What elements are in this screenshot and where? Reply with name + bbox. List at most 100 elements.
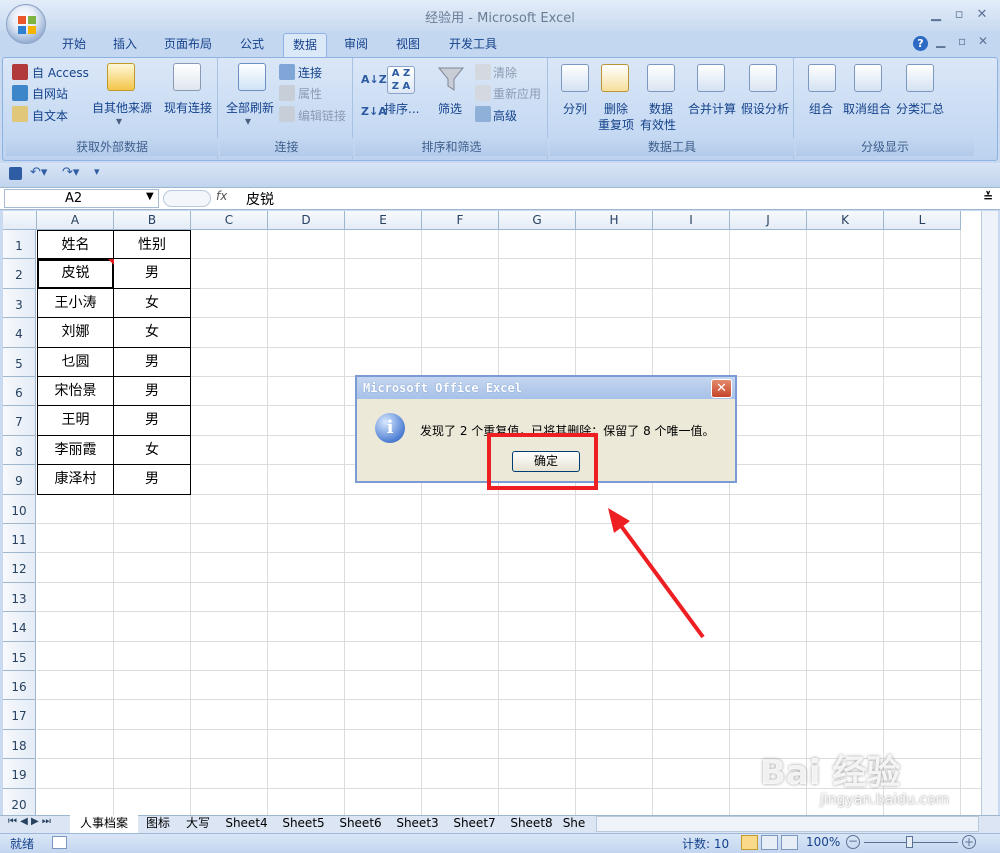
macro-record-icon[interactable] (52, 836, 67, 849)
table-cell[interactable]: 男 (114, 465, 191, 495)
table-cell[interactable]: 男 (114, 406, 191, 436)
column-header[interactable]: F (422, 211, 499, 230)
advanced-button[interactable]: 高级 (493, 107, 517, 124)
office-button[interactable] (6, 4, 46, 44)
row-header[interactable]: 10 (3, 494, 36, 524)
table-cell[interactable]: 皮锐 (37, 259, 114, 289)
tab-home[interactable]: 开始 (52, 33, 96, 57)
row-header[interactable]: 16 (3, 671, 36, 701)
table-cell[interactable]: 女 (114, 318, 191, 348)
sheet-tab[interactable]: She (560, 815, 588, 833)
table-cell[interactable]: 男 (114, 377, 191, 407)
page-break-view-icon[interactable] (781, 835, 798, 850)
row-header[interactable]: 2 (3, 259, 36, 289)
row-header[interactable]: 9 (3, 465, 36, 495)
row-header[interactable]: 14 (3, 612, 36, 642)
column-header[interactable]: A (37, 211, 114, 230)
tab-formulas[interactable]: 公式 (230, 33, 274, 57)
column-header[interactable]: G (499, 211, 576, 230)
insert-function-icon[interactable]: fx (216, 189, 227, 203)
sort-desc-icon[interactable]: Z↓A (361, 105, 387, 118)
group-button[interactable]: 组合 (809, 100, 833, 117)
vertical-scrollbar[interactable] (981, 211, 998, 815)
what-if-analysis-button[interactable]: 假设分析 (741, 100, 789, 117)
remove-duplicates-button[interactable]: 删除 (604, 100, 628, 117)
column-header[interactable]: C (191, 211, 268, 230)
column-header[interactable]: I (653, 211, 730, 230)
minimize-icon[interactable]: ▁ (925, 6, 947, 24)
table-cell[interactable]: 宋怡景 (37, 377, 114, 407)
row-header[interactable]: 8 (3, 435, 36, 466)
select-all-corner[interactable] (3, 211, 37, 230)
maximize-icon[interactable]: ▫ (948, 6, 970, 24)
tab-insert[interactable]: 插入 (103, 33, 147, 57)
column-header[interactable]: K (807, 211, 884, 230)
row-header[interactable]: 11 (3, 524, 36, 554)
row-header[interactable]: 20 (3, 788, 36, 815)
zoom-level[interactable]: 100% (806, 835, 840, 849)
sheet-tab[interactable]: Sheet7 (446, 815, 503, 833)
table-cell[interactable]: 姓名 (37, 230, 114, 260)
close-icon[interactable]: ✕ (971, 6, 993, 24)
tab-developer[interactable]: 开发工具 (440, 33, 506, 57)
row-header[interactable]: 15 (3, 641, 36, 671)
tab-page-layout[interactable]: 页面布局 (158, 33, 218, 57)
table-cell[interactable]: 男 (114, 259, 191, 289)
table-cell[interactable]: 康泽村 (37, 465, 114, 495)
zoom-out-icon[interactable]: − (846, 835, 860, 849)
properties-button[interactable]: 属性 (298, 85, 322, 102)
column-header[interactable]: E (345, 211, 422, 230)
connections-button[interactable]: 连接 (298, 64, 322, 81)
table-cell[interactable]: 乜圆 (37, 347, 114, 377)
ribbon-restore-icon[interactable]: ▫ (958, 34, 966, 48)
row-header[interactable]: 4 (3, 318, 36, 348)
sheet-tab[interactable]: Sheet6 (332, 815, 389, 833)
zoom-slider-thumb[interactable] (906, 836, 913, 848)
from-access-button[interactable]: 自 Access (32, 64, 89, 81)
column-header[interactable]: B (114, 211, 191, 230)
ribbon-close-icon[interactable]: ✕ (978, 34, 988, 48)
row-header[interactable]: 13 (3, 582, 36, 613)
filter-button[interactable]: 筛选 (438, 100, 462, 117)
customize-qat-icon[interactable]: ▾ (94, 165, 100, 178)
save-icon[interactable] (9, 167, 22, 180)
table-cell[interactable]: 刘娜 (37, 318, 114, 348)
reapply-button[interactable]: 重新应用 (493, 85, 541, 102)
row-header[interactable]: 17 (3, 700, 36, 730)
row-header[interactable]: 12 (3, 553, 36, 583)
row-header[interactable]: 19 (3, 759, 36, 789)
horizontal-scrollbar[interactable] (596, 816, 979, 832)
worksheet-grid[interactable]: A B C D E F G H I J K L 1 2 3 4 5 6 7 8 9 10 11 12 13 14 15 16 17 18 1… (3, 211, 981, 815)
row-header[interactable]: 1 (3, 230, 36, 260)
redo-icon[interactable]: ↷▾ (62, 165, 79, 180)
table-cell[interactable]: 男 (114, 347, 191, 377)
data-validation-button[interactable]: 数据 (649, 100, 673, 117)
text-to-columns-button[interactable]: 分列 (563, 100, 587, 117)
row-header[interactable]: 5 (3, 347, 36, 377)
existing-connections-button[interactable]: 现有连接 (164, 99, 212, 116)
table-cell[interactable]: 女 (114, 288, 191, 319)
ungroup-button[interactable]: 取消组合 (843, 100, 891, 117)
tab-view[interactable]: 视图 (386, 33, 430, 57)
table-cell[interactable]: 女 (114, 435, 191, 466)
normal-view-icon[interactable] (741, 835, 758, 850)
sheet-tab[interactable]: Sheet5 (275, 815, 332, 833)
formula-content[interactable]: 皮锐 (246, 189, 274, 209)
table-cell[interactable]: 王小涛 (37, 288, 114, 319)
table-cell[interactable]: 性别 (114, 230, 191, 260)
sheet-nav-arrows-icon[interactable]: ⏮ ◀ ▶ ⏭ (8, 816, 51, 827)
name-box-dropdown-icon[interactable]: ▼ (146, 191, 154, 202)
tab-review[interactable]: 审阅 (334, 33, 378, 57)
sheet-tab[interactable]: 人事档案 (70, 815, 138, 833)
sort-button[interactable]: 排序... (384, 100, 419, 117)
column-header[interactable]: J (730, 211, 807, 230)
row-header[interactable]: 6 (3, 377, 36, 407)
from-web-button[interactable]: 自网站 (32, 85, 68, 102)
column-header[interactable]: L (884, 211, 961, 230)
subtotal-button[interactable]: 分类汇总 (896, 100, 944, 117)
sheet-tab[interactable]: 图标 (138, 815, 178, 833)
dialog-close-icon[interactable]: ✕ (711, 379, 732, 398)
sheet-tab[interactable]: Sheet4 (218, 815, 275, 833)
table-cell[interactable]: 王明 (37, 406, 114, 436)
sheet-tab[interactable]: 大写 (178, 815, 218, 833)
